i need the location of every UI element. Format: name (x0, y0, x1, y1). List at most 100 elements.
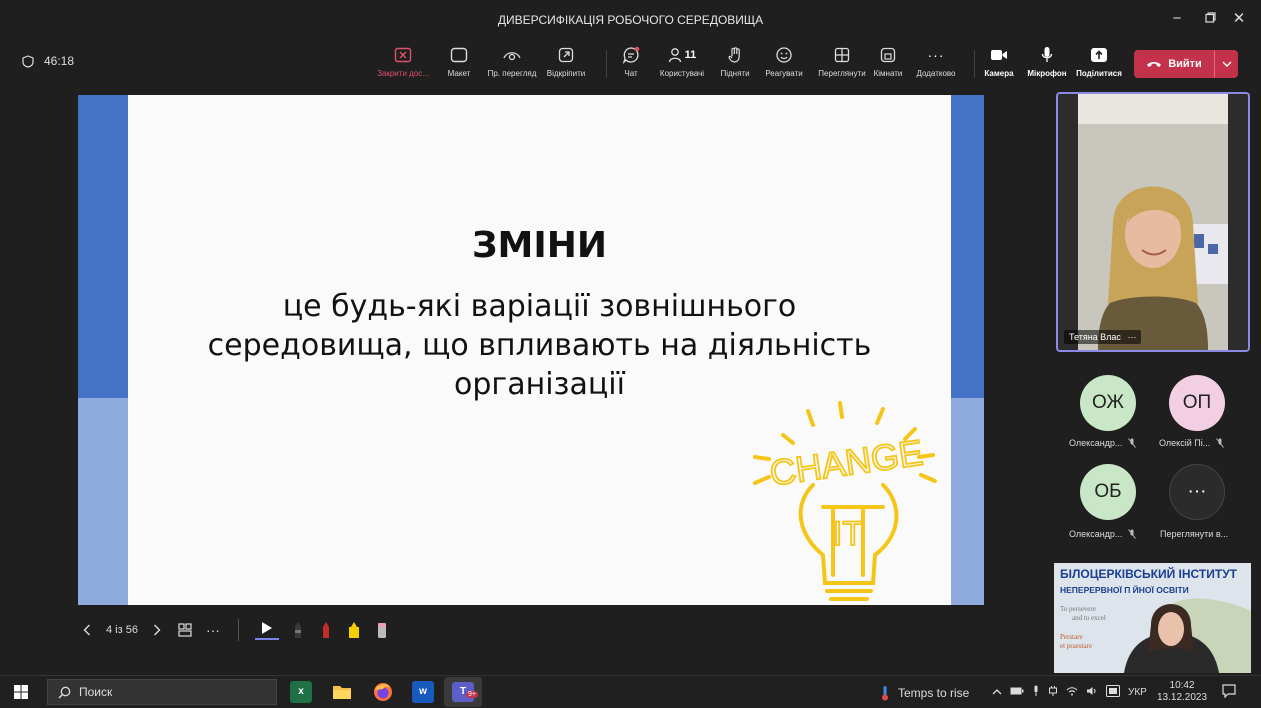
more-button[interactable]: ··· Додатково (906, 44, 966, 78)
start-button[interactable] (14, 685, 28, 704)
avatar[interactable]: ОЖ (1080, 375, 1136, 431)
pop-out-button[interactable]: Відкріпити (536, 44, 596, 78)
logo-line: БІЛОЦЕРКІВСЬКИЙ ІНСТИТУТ (1060, 567, 1237, 581)
mic-tray-icon[interactable] (1032, 685, 1040, 700)
pen-red-icon (322, 622, 329, 638)
battery-icon[interactable] (1010, 687, 1024, 698)
search-placeholder: Поиск (79, 685, 113, 699)
people-button[interactable]: 11 Користувачі (652, 44, 712, 78)
pointer-icon (261, 621, 272, 634)
excel-app-icon[interactable]: x (290, 681, 312, 703)
word-app-icon[interactable]: w (412, 681, 434, 703)
people-icon (668, 48, 681, 63)
clock-time: 10:42 (1169, 680, 1195, 691)
shared-slide: ЗМІНИ це будь-які варіації зовнішнього с… (78, 95, 984, 605)
participant-video-tile[interactable]: БІЛОЦЕРКІВСЬКИЙ ІНСТИТУТ НЕПЕРЕРВНОЇ П Й… (1054, 563, 1251, 673)
volume-icon[interactable] (1086, 686, 1098, 699)
mic-muted-icon (1128, 438, 1137, 448)
controls-divider (237, 619, 239, 641)
it-text: IT (833, 515, 863, 553)
firefox-app-icon[interactable] (372, 681, 394, 703)
leave-dropdown[interactable] (1214, 50, 1238, 78)
highlighter-button[interactable] (345, 618, 363, 642)
meet-now-icon[interactable] (1106, 685, 1120, 700)
chevron-down-icon (1222, 61, 1231, 67)
laser-pointer-button[interactable] (254, 618, 279, 642)
next-slide-button[interactable] (148, 618, 166, 642)
file-explorer-icon[interactable] (331, 681, 353, 703)
hang-up-icon (1147, 62, 1162, 67)
view-all-participants-button[interactable]: ··· (1169, 464, 1225, 520)
windows-icon (14, 685, 28, 699)
presenter-video-feed (1058, 94, 1248, 350)
microphone-icon (1041, 47, 1053, 62)
taskbar-clock[interactable]: 10:42 13.12.2023 (1157, 680, 1207, 704)
notification-center-button[interactable] (1222, 684, 1236, 703)
hand-icon (728, 47, 740, 63)
mic-muted-icon (1128, 529, 1137, 539)
presenter-more-icon[interactable]: ··· (1127, 332, 1136, 342)
folder-icon (333, 686, 351, 699)
chevron-right-icon (153, 624, 161, 636)
restore-icon[interactable] (1199, 8, 1221, 30)
wifi-icon[interactable] (1066, 686, 1078, 699)
firefox-icon (374, 683, 392, 701)
thermometer-icon (882, 686, 888, 701)
camera-icon (991, 50, 1007, 60)
weather-text: Temps to rise (898, 686, 970, 700)
highlighter-icon (348, 622, 359, 638)
emoji-icon (776, 47, 792, 63)
share-icon (1091, 48, 1107, 62)
prev-slide-button[interactable] (78, 618, 96, 642)
avatar[interactable]: ОБ (1080, 464, 1136, 520)
active-tool-indicator (254, 637, 279, 640)
participant-name: Олексій Пі... (1159, 438, 1225, 448)
leave-button[interactable]: Вийти (1134, 50, 1238, 78)
react-button[interactable]: Реагувати (754, 44, 814, 78)
presenter-video-tile[interactable]: Тетяна Влас ··· (1056, 92, 1250, 352)
share-button[interactable]: Поділитися (1069, 44, 1129, 78)
slide-title: ЗМІНИ (471, 225, 608, 266)
slide-more-button[interactable]: ··· (204, 618, 222, 642)
more-icon: ··· (927, 47, 945, 63)
pen-red-button[interactable] (317, 618, 335, 642)
participant-name: Олександр... (1069, 438, 1137, 448)
logo-motto-latin: Perstare et praestare (1060, 633, 1093, 651)
grid-icon (834, 47, 850, 63)
power-plug-icon[interactable] (1048, 685, 1058, 700)
leave-main[interactable]: Вийти (1134, 58, 1214, 70)
people-count: 11 (684, 49, 697, 61)
pen-black-button[interactable] (289, 618, 307, 642)
teams-app-icon[interactable]: T 9+ (444, 677, 482, 707)
slides-grid-icon (178, 623, 192, 637)
language-indicator[interactable]: УКР (1128, 687, 1147, 698)
microphone-button[interactable]: Мікрофон (1017, 44, 1077, 78)
close-icon[interactable]: ✕ (1228, 8, 1250, 30)
stop-sharing-button[interactable]: Закрити дос... (373, 44, 433, 78)
avatar[interactable]: ОП (1169, 375, 1225, 431)
slide-controls: 4 із 56 ··· (78, 615, 391, 645)
minimize-icon[interactable]: − (1166, 8, 1188, 30)
mic-muted-icon (1216, 438, 1225, 448)
eraser-button[interactable] (373, 618, 391, 642)
notification-icon (1222, 684, 1236, 699)
slide-counter: 4 із 56 (106, 624, 138, 636)
chevron-left-icon (83, 624, 90, 636)
layout-icon (450, 47, 468, 63)
meeting-timer: 46:18 (22, 54, 74, 68)
layout-button[interactable]: Макет (429, 44, 489, 78)
presenter-name-tag: Тетяна Влас ··· (1064, 330, 1142, 344)
chat-icon (622, 46, 640, 64)
chevron-up-icon[interactable] (992, 687, 1002, 698)
meeting-toolbar: 46:18 Закрити дос... Макет Пр. перегляд … (0, 38, 1261, 90)
search-icon (58, 686, 71, 698)
slide-grid-button[interactable] (176, 618, 194, 642)
slide-band-left-bottom (78, 398, 128, 605)
weather-widget[interactable]: Temps to rise (880, 685, 969, 701)
presenter-view-button[interactable]: Пр. перегляд (482, 44, 542, 78)
logo-motto: To persevere and to excel (1060, 605, 1106, 623)
slide-band-right-top (951, 95, 984, 398)
title-bar: ДИВЕРСИФІКАЦІЯ РОБОЧОГО СЕРЕДОВИЩА − ✕ (0, 0, 1261, 38)
taskbar-search[interactable]: Поиск (47, 679, 277, 705)
view-all-label: Переглянути в... (1160, 529, 1229, 539)
